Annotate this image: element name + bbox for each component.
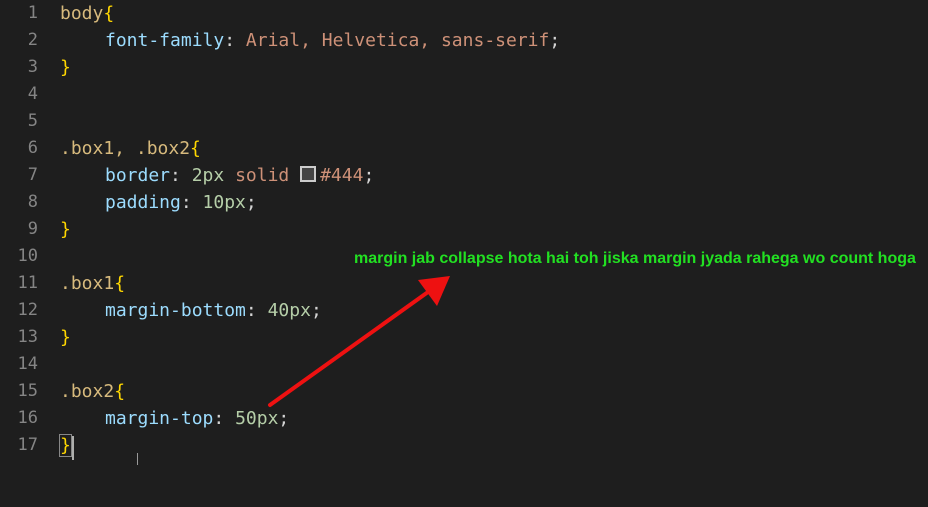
red-arrow-icon: [268, 276, 450, 407]
code-editor[interactable]: 1 2 3 4 5 6 7 8 9 10 11 12 13 14 15 16 1…: [0, 0, 928, 507]
